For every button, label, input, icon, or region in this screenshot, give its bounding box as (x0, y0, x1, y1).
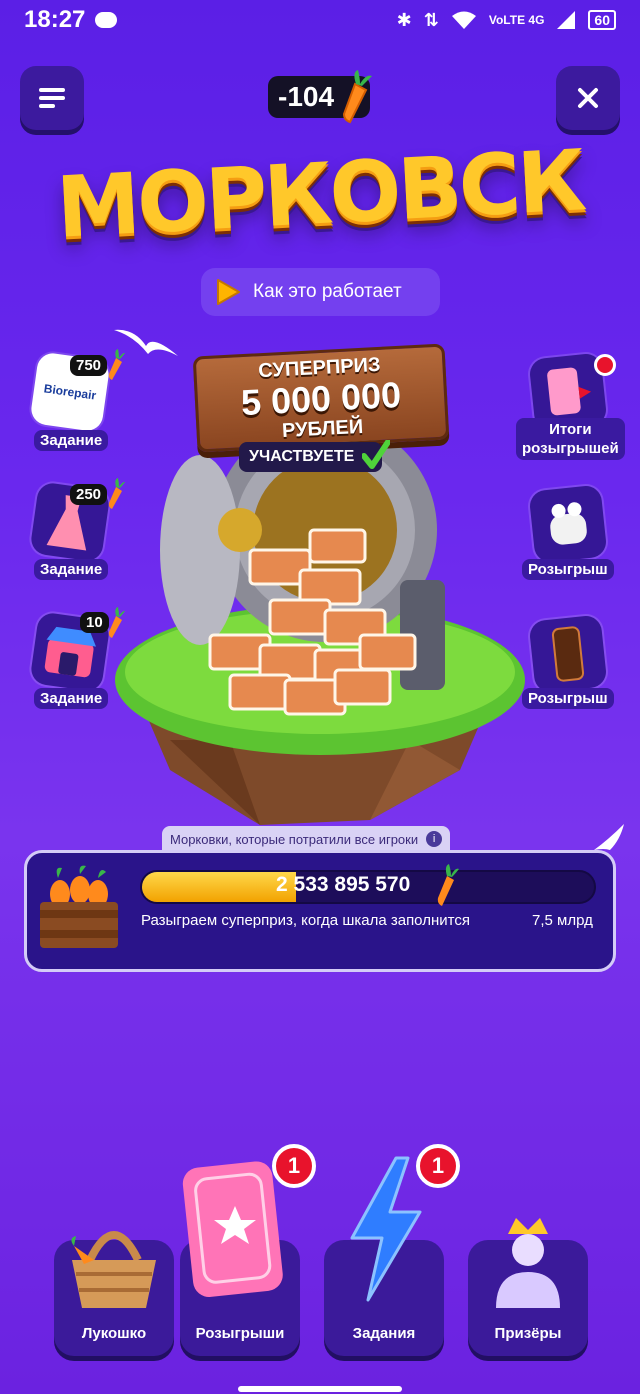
carrot-icon (342, 70, 372, 124)
app-indicator-icon (95, 12, 118, 28)
info-icon[interactable]: i (426, 831, 443, 847)
how-it-works-button[interactable]: Как это работает (201, 268, 440, 316)
carrot-icon (108, 607, 125, 638)
draw-results-label-line2: розыгрышей (522, 440, 619, 457)
carrot-icon (437, 864, 459, 906)
data-arrows-icon: ⇅ (423, 9, 439, 30)
progress-max: 7,5 млрд (532, 912, 593, 929)
page-title: МОРКОВСК (54, 131, 586, 257)
draw-label[interactable]: Розыгрыш (522, 688, 614, 709)
nav-tasks-label: Задания (352, 1325, 416, 1342)
draws-badge: 1 (272, 1144, 316, 1188)
status-bar: 18:27 ✱ ⇅ VoLTE 4G 60 (0, 0, 640, 40)
home-indicator (238, 1386, 402, 1392)
nav-winners[interactable]: Призёры (468, 1218, 588, 1356)
spent-caption: Морковки, которые потратили все игроки i (162, 826, 451, 852)
carrot-icon (108, 478, 125, 509)
task-reward: 250 (76, 486, 102, 503)
basket-icon (71, 1231, 156, 1308)
draw-results-label[interactable]: Итоги розыгрышей (516, 418, 625, 460)
tasks-badge-count: 1 (431, 1153, 445, 1178)
close-icon (578, 88, 598, 108)
draws-badge-count: 1 (287, 1153, 301, 1178)
carrot-icon (108, 349, 125, 380)
bluetooth-icon: ✱ (396, 9, 412, 30)
task-reward: 750 (76, 357, 102, 374)
progress-fill (142, 872, 296, 902)
nav-draws-label: Розыгрыши (195, 1325, 285, 1342)
superprize-sign[interactable]: СУПЕРПРИЗ 5 000 000 РУБЛЕЙ (192, 343, 450, 453)
task-label[interactable]: Задание (34, 559, 109, 580)
task-reward: 10 (86, 614, 103, 631)
battery-icon: 60 (588, 10, 616, 30)
draw-card[interactable] (528, 484, 610, 564)
checkmark-icon (362, 440, 390, 469)
phone-icon (551, 626, 585, 682)
task-reward-badge: 750 (70, 355, 108, 376)
ticket-icon (182, 1161, 283, 1297)
ticket-flag-icon (547, 367, 592, 416)
participation-label: УЧАСТВУЕТЕ (249, 448, 355, 465)
nav-basket[interactable]: Лукошко (54, 1231, 174, 1356)
menu-button[interactable] (20, 66, 84, 130)
draw-image (528, 614, 608, 694)
play-icon (217, 279, 240, 305)
spent-caption-label: Морковки, которые потратили все игроки (170, 831, 419, 847)
draw-label[interactable]: Розыгрыш (522, 559, 614, 580)
notification-dot (594, 354, 616, 376)
close-button[interactable] (556, 66, 620, 130)
participation-status: УЧАСТВУЕТЕ (239, 442, 383, 472)
tasks-badge: 1 (416, 1144, 460, 1188)
carrot-crate-icon (40, 865, 118, 948)
task-reward-badge: 250 (70, 484, 108, 505)
nav-winners-label: Призёры (494, 1325, 562, 1342)
island-vault-illustration (115, 440, 525, 825)
task-label[interactable]: Задание (34, 688, 109, 709)
task-brand: Biorepair (42, 381, 98, 403)
task-label[interactable]: Задание (34, 430, 109, 451)
task-reward-badge: 10 (80, 612, 109, 633)
nav-basket-label: Лукошко (81, 1325, 147, 1342)
nav-tasks[interactable]: Задания (324, 1156, 444, 1356)
draw-results-label-line1: Итоги (549, 421, 592, 438)
status-icons: ✱ ⇅ VoLTE 4G 60 (397, 10, 616, 31)
signal-icon (557, 11, 576, 29)
menu-icon (39, 88, 65, 108)
network-type: VoLTE 4G (488, 13, 545, 27)
winner-icon (496, 1218, 560, 1308)
progress-value: 2 533 895 570 (276, 873, 411, 896)
how-it-works-label: Как это работает (253, 281, 402, 302)
nav-draws[interactable]: Розыгрыши (180, 1161, 300, 1356)
carrot-balance-value: -104 (278, 81, 335, 112)
draw-card[interactable] (528, 614, 610, 694)
wifi-icon (451, 11, 476, 29)
earbuds-icon (550, 502, 587, 545)
progress-description: Разыграем суперприз, когда шкала заполни… (141, 912, 470, 929)
draw-image (528, 484, 608, 564)
status-time: 18:27 (24, 6, 86, 33)
